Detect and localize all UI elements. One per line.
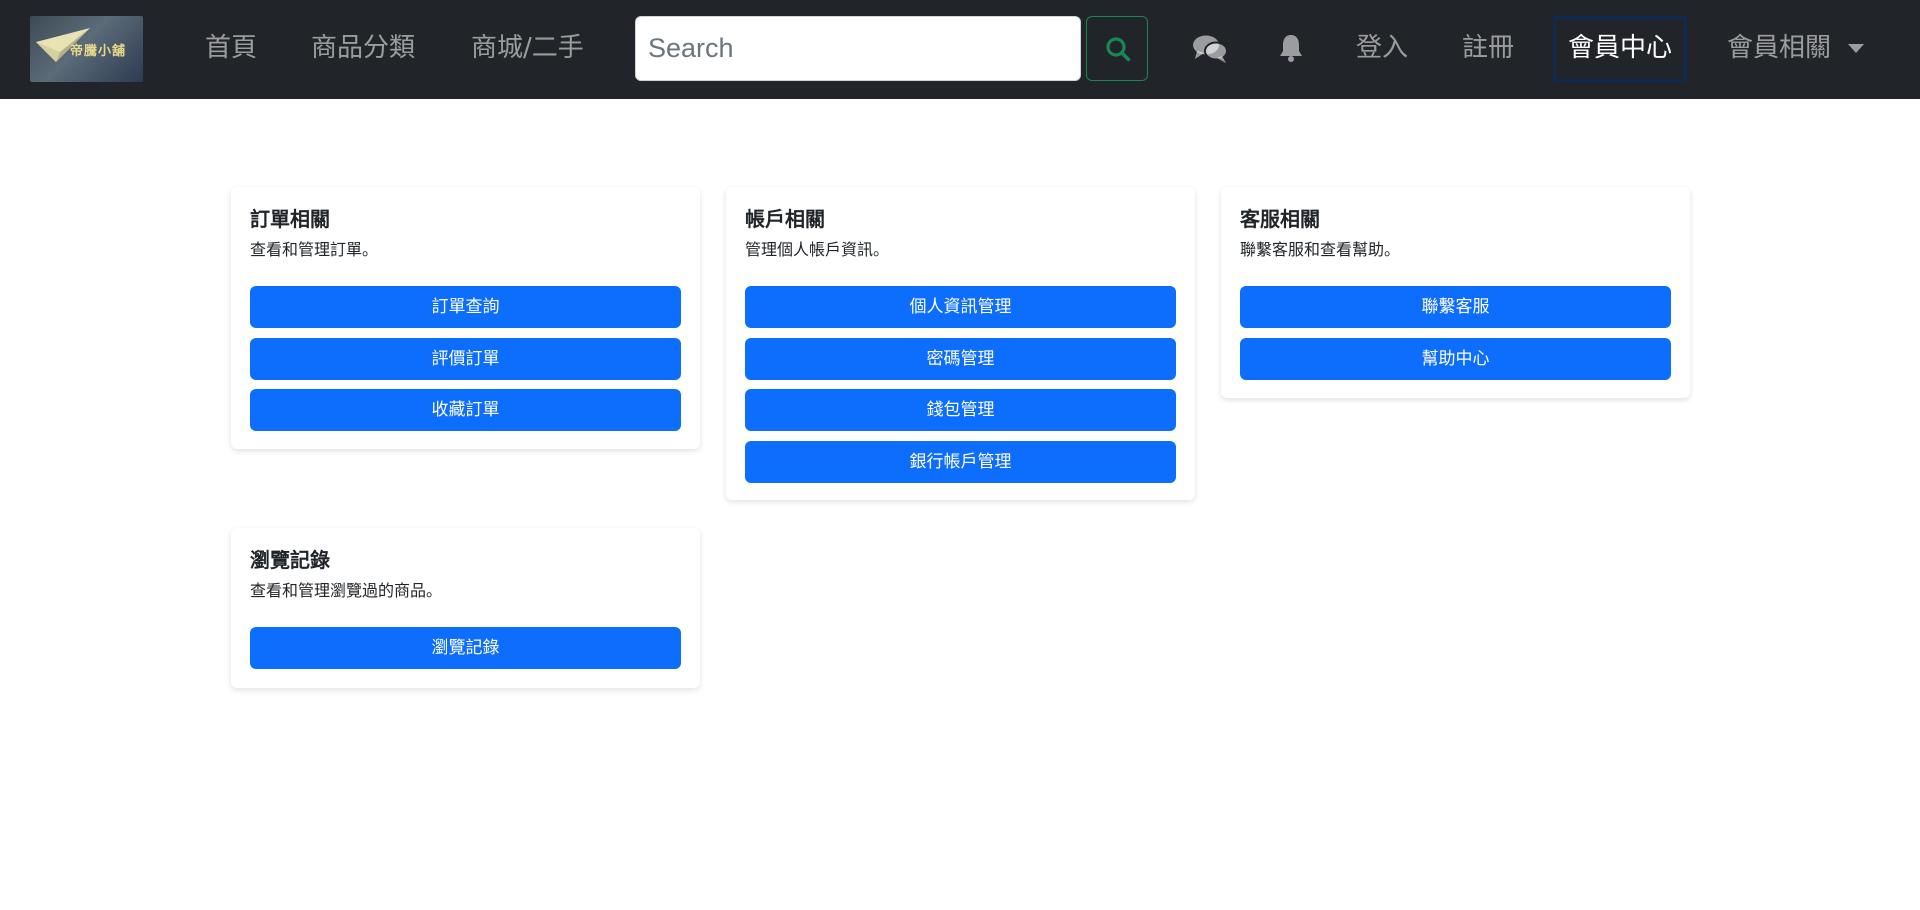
review-order-button[interactable]: 評價訂單 bbox=[250, 338, 681, 380]
personal-info-button[interactable]: 個人資訊管理 bbox=[745, 286, 1176, 328]
password-button[interactable]: 密碼管理 bbox=[745, 338, 1176, 380]
card-text: 管理個人帳戶資訊。 bbox=[745, 240, 890, 259]
member-center-label: 會員中心 bbox=[1568, 33, 1673, 63]
card-title: 訂單相關 bbox=[250, 207, 330, 231]
card-orders: 訂單相關 查看和管理訂單。 訂單查詢 評價訂單 收藏訂單 bbox=[231, 187, 700, 449]
bell-icon bbox=[1280, 35, 1302, 62]
member-center-link[interactable]: 會員中心 bbox=[1553, 16, 1687, 82]
card-title: 客服相關 bbox=[1240, 207, 1320, 231]
comments-icon bbox=[1193, 35, 1228, 63]
nav-link-categories[interactable]: 商品分類 bbox=[311, 30, 415, 66]
logo-text: 帝騰小舖 bbox=[70, 44, 127, 59]
top-navbar: 帝騰小舖 首頁 商品分類 商城/二手 登入 註冊 會員中心 會員相關 bbox=[0, 0, 1920, 99]
nav-link-home[interactable]: 首頁 bbox=[205, 30, 257, 66]
card-text: 查看和管理瀏覽過的商品。 bbox=[250, 581, 443, 600]
order-query-button[interactable]: 訂單查詢 bbox=[250, 286, 681, 328]
favorite-order-button[interactable]: 收藏訂單 bbox=[250, 389, 681, 431]
site-logo[interactable]: 帝騰小舖 bbox=[30, 16, 143, 82]
card-account: 帳戶相關 管理個人帳戶資訊。 個人資訊管理 密碼管理 錢包管理 銀行帳戶管理 bbox=[726, 187, 1195, 500]
browsing-history-button[interactable]: 瀏覽記錄 bbox=[250, 627, 681, 669]
card-text: 查看和管理訂單。 bbox=[250, 240, 379, 259]
wallet-button[interactable]: 錢包管理 bbox=[745, 389, 1176, 431]
help-center-button[interactable]: 幫助中心 bbox=[1240, 338, 1671, 380]
login-link[interactable]: 登入 bbox=[1356, 30, 1408, 66]
card-title: 帳戶相關 bbox=[745, 207, 825, 231]
chat-button[interactable] bbox=[1192, 34, 1228, 68]
caret-down-icon bbox=[1848, 44, 1864, 53]
nav-link-mall-secondhand[interactable]: 商城/二手 bbox=[471, 30, 584, 66]
register-link[interactable]: 註冊 bbox=[1462, 30, 1514, 66]
search-input[interactable] bbox=[635, 16, 1081, 81]
card-browsing-history: 瀏覽記錄 查看和管理瀏覽過的商品。 瀏覽記錄 bbox=[231, 528, 700, 688]
contact-support-button[interactable]: 聯繫客服 bbox=[1240, 286, 1671, 328]
search-button[interactable] bbox=[1086, 16, 1148, 81]
card-customer-service: 客服相關 聯繫客服和查看幫助。 聯繫客服 幫助中心 bbox=[1221, 187, 1690, 398]
card-title: 瀏覽記錄 bbox=[250, 548, 330, 572]
bank-account-button[interactable]: 銀行帳戶管理 bbox=[745, 441, 1176, 483]
card-text: 聯繫客服和查看幫助。 bbox=[1240, 240, 1401, 259]
member-related-dropdown[interactable]: 會員相關 bbox=[1727, 30, 1831, 66]
notification-button[interactable] bbox=[1278, 33, 1304, 67]
search-icon bbox=[1106, 37, 1131, 62]
